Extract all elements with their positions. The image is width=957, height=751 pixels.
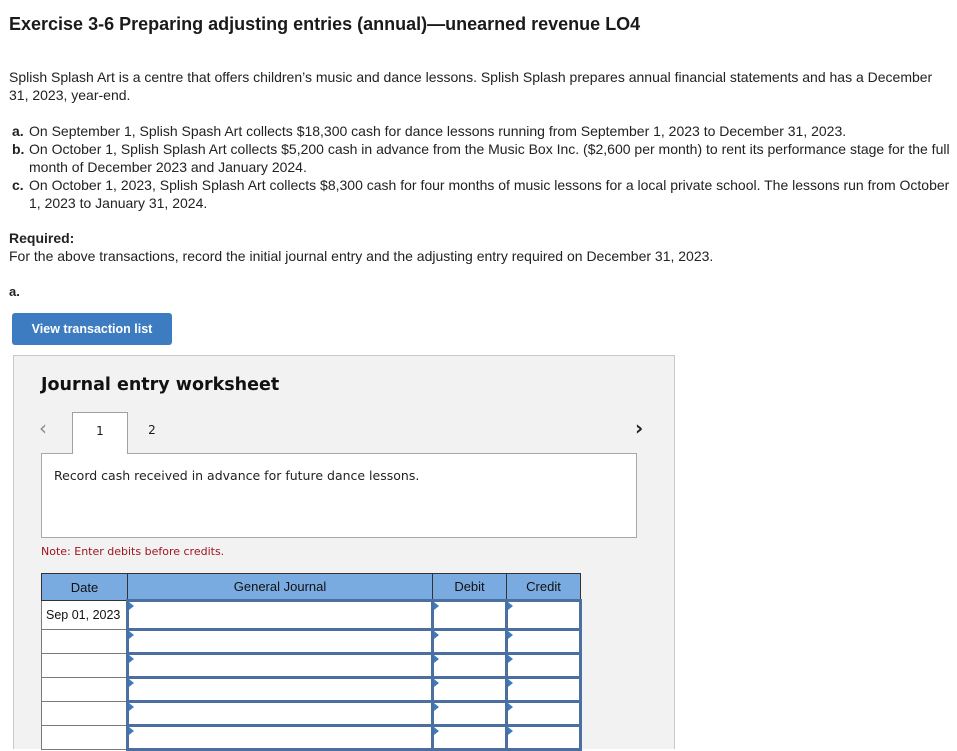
credit-input[interactable] xyxy=(505,700,582,727)
chevron-left-icon[interactable]: ‹ xyxy=(39,416,47,440)
debit-input[interactable] xyxy=(431,700,508,727)
transaction-list: a. On September 1, Splish Spash Art coll… xyxy=(12,122,952,212)
date-cell xyxy=(41,629,128,654)
journal-row xyxy=(41,628,582,655)
debit-input[interactable] xyxy=(431,599,508,631)
transaction-text: On September 1, Splish Spash Art collect… xyxy=(29,123,847,139)
credit-input[interactable] xyxy=(505,676,582,703)
transaction-label: b. xyxy=(12,141,25,157)
account-dropdown[interactable] xyxy=(126,724,434,751)
debit-credit-note: Note: Enter debits before credits. xyxy=(41,545,225,558)
debit-input[interactable] xyxy=(431,724,508,751)
header-credit: Credit xyxy=(506,573,581,601)
account-dropdown[interactable] xyxy=(126,628,434,655)
credit-input[interactable] xyxy=(505,628,582,655)
credit-input[interactable] xyxy=(505,724,582,751)
required-section: Required: For the above transactions, re… xyxy=(9,229,713,265)
transaction-item-c: c. On October 1, 2023, Splish Splash Art… xyxy=(12,176,952,212)
transaction-item-a: a. On September 1, Splish Spash Art coll… xyxy=(12,122,952,140)
account-dropdown[interactable] xyxy=(126,700,434,727)
debit-input[interactable] xyxy=(431,652,508,679)
entry-description: Record cash received in advance for futu… xyxy=(54,468,420,483)
date-cell xyxy=(41,701,128,726)
tab-2[interactable]: 2 xyxy=(132,412,172,453)
journal-table: Date General Journal Debit Credit Sep 01… xyxy=(41,573,582,751)
date-cell xyxy=(41,677,128,702)
journal-row xyxy=(41,676,582,703)
account-dropdown[interactable] xyxy=(126,676,434,703)
credit-input[interactable] xyxy=(505,599,582,631)
transaction-label: a. xyxy=(12,123,24,139)
header-debit: Debit xyxy=(432,573,507,601)
exercise-title: Exercise 3-6 Preparing adjusting entries… xyxy=(9,14,641,34)
credit-input[interactable] xyxy=(505,652,582,679)
date-cell xyxy=(41,653,128,678)
journal-row xyxy=(41,652,582,679)
journal-row xyxy=(41,724,582,751)
header-date: Date xyxy=(41,573,128,601)
journal-row: Sep 01, 2023 xyxy=(41,599,582,631)
required-heading: Required: xyxy=(9,230,75,246)
part-label: a. xyxy=(9,284,20,299)
transaction-text: On October 1, Splish Splash Art collects… xyxy=(29,141,950,175)
debit-input[interactable] xyxy=(431,676,508,703)
account-dropdown[interactable] xyxy=(126,599,434,631)
problem-intro: Splish Splash Art is a centre that offer… xyxy=(9,69,933,103)
entry-description-box: Record cash received in advance for futu… xyxy=(41,453,637,538)
required-text: For the above transactions, record the i… xyxy=(9,248,714,264)
journal-row xyxy=(41,700,582,727)
debit-input[interactable] xyxy=(431,628,508,655)
journal-entry-worksheet: Journal entry worksheet ‹ 1 2 › Record c… xyxy=(13,355,675,751)
view-transaction-list-button[interactable]: View transaction list xyxy=(12,313,172,345)
journal-header-row: Date General Journal Debit Credit xyxy=(41,573,581,601)
transaction-text: On October 1, 2023, Splish Splash Art co… xyxy=(29,177,950,211)
account-dropdown[interactable] xyxy=(126,652,434,679)
worksheet-title: Journal entry worksheet xyxy=(41,375,280,395)
tab-1[interactable]: 1 xyxy=(72,412,128,454)
transaction-label: c. xyxy=(12,177,24,193)
transaction-item-b: b. On October 1, Splish Splash Art colle… xyxy=(12,140,952,176)
header-general-journal: General Journal xyxy=(127,573,433,601)
chevron-right-icon[interactable]: › xyxy=(635,416,643,440)
date-cell: Sep 01, 2023 xyxy=(41,600,128,630)
date-cell xyxy=(41,725,128,750)
